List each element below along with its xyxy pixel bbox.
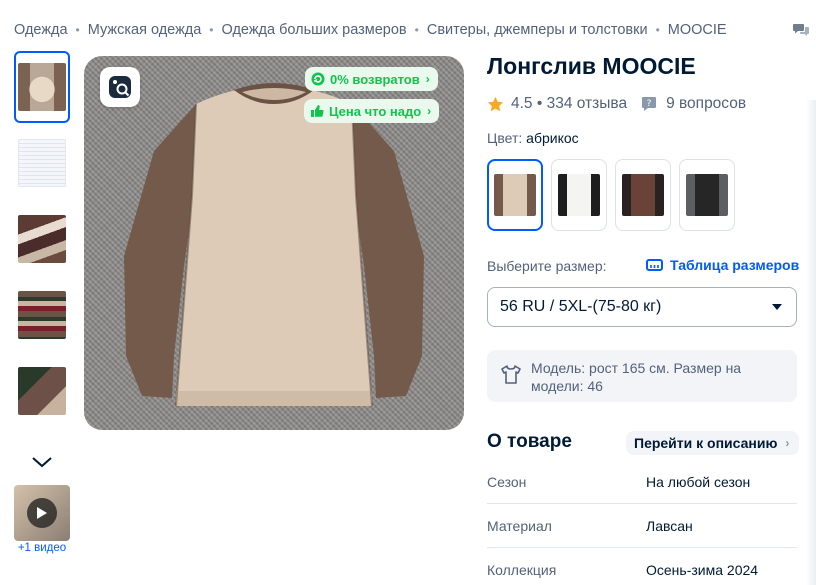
chevron-right-icon: › [785,436,790,450]
spec-key: Материал [487,517,552,534]
color-value: абрикос [526,130,579,146]
color-swatch-brown[interactable] [615,159,671,231]
svg-text:?: ? [647,99,652,109]
video-thumbnail[interactable] [14,485,70,541]
video-count-label[interactable]: +1 видео [14,542,70,554]
breadcrumb-separator: • [414,23,419,37]
breadcrumb-separator: • [209,23,214,37]
rating-reviews-link[interactable]: 4.5 • 334 отзыва [511,95,627,113]
about-title: О товаре [487,431,572,452]
play-icon [27,498,57,528]
breadcrumb-item-clothing[interactable]: Одежда [14,22,68,38]
rating-row: 4.5 • 334 отзыва ? 9 вопросов [487,95,746,113]
chevron-down-icon [772,304,782,310]
model-info-box: Модель: рост 165 см. Размер на модели: 4… [487,350,797,402]
spec-key: Коллекция [487,562,557,578]
thumbnail-3[interactable] [14,203,70,275]
spec-row: Сезон На любой сезон [487,460,797,504]
refresh-icon [311,72,325,86]
size-label: Выберите размер: [487,258,607,274]
color-row: Цвет: абрикос [487,130,579,146]
product-title: Лонгслив MOOCIE [487,53,696,79]
size-select[interactable]: 56 RU / 5XL-(75-80 кг) [487,287,797,327]
size-selected-value: 56 RU / 5XL-(75-80 кг) [500,298,662,315]
ruler-icon [646,259,663,271]
color-swatch-black[interactable] [679,159,735,231]
thumbnail-list [14,51,70,431]
color-label: Цвет: [487,130,523,146]
image-search-icon[interactable] [100,67,140,107]
breadcrumb-item-brand[interactable]: MOOCIE [668,22,727,38]
color-swatch-apricot[interactable] [487,159,543,231]
breadcrumb-separator: • [655,23,660,37]
color-swatch-white[interactable] [551,159,607,231]
thumbs-up-icon [311,105,324,117]
size-table-link[interactable]: Таблица размеров [646,257,799,273]
spec-value: Лавсан [646,517,693,534]
thumbnail-2[interactable] [14,127,70,199]
star-icon [487,96,504,111]
breadcrumb-item-sweaters[interactable]: Свитеры, джемперы и толстовки [427,22,648,38]
price-badge[interactable]: Цена что надо › [304,99,440,123]
color-swatches [487,159,743,231]
price-badge-label: Цена что надо [329,103,422,119]
tshirt-icon [501,365,521,384]
spec-key: Сезон [487,473,527,490]
scroll-shadow [806,100,816,585]
question-bubble-icon: ? [642,97,657,111]
thumbnail-1[interactable] [14,51,70,123]
breadcrumb-item-mens-clothing[interactable]: Мужская одежда [88,22,202,38]
breadcrumb-separator: • [75,23,80,37]
chat-bubbles-icon[interactable] [792,21,810,39]
returns-badge-label: 0% возвратов [330,71,420,87]
spec-value: На любой сезон [646,473,751,490]
go-to-description-label: Перейти к описанию [634,435,778,451]
size-table-label: Таблица размеров [670,257,800,273]
go-to-description-button[interactable]: Перейти к описанию › [626,431,800,455]
chevron-right-icon: › [427,104,432,118]
spec-value: Осень-зима 2024 [646,562,759,578]
spec-row: Материал Лавсан [487,504,797,548]
questions-link[interactable]: 9 вопросов [666,95,746,113]
spec-row: Коллекция Осень-зима 2024 [487,548,797,585]
chevron-down-icon[interactable] [14,448,70,476]
returns-badge[interactable]: 0% возвратов › [305,67,438,91]
model-info-text: Модель: рост 165 см. Размер на модели: 4… [531,360,742,394]
specs-table: Сезон На любой сезон Материал Лавсан Кол… [487,460,797,585]
thumbnail-5[interactable] [14,355,70,427]
chevron-right-icon: › [425,72,430,86]
thumbnail-4[interactable] [14,279,70,351]
breadcrumb-item-plus-size[interactable]: Одежда больших размеров [222,22,407,38]
breadcrumb: Одежда • Мужская одежда • Одежда больших… [14,22,727,38]
